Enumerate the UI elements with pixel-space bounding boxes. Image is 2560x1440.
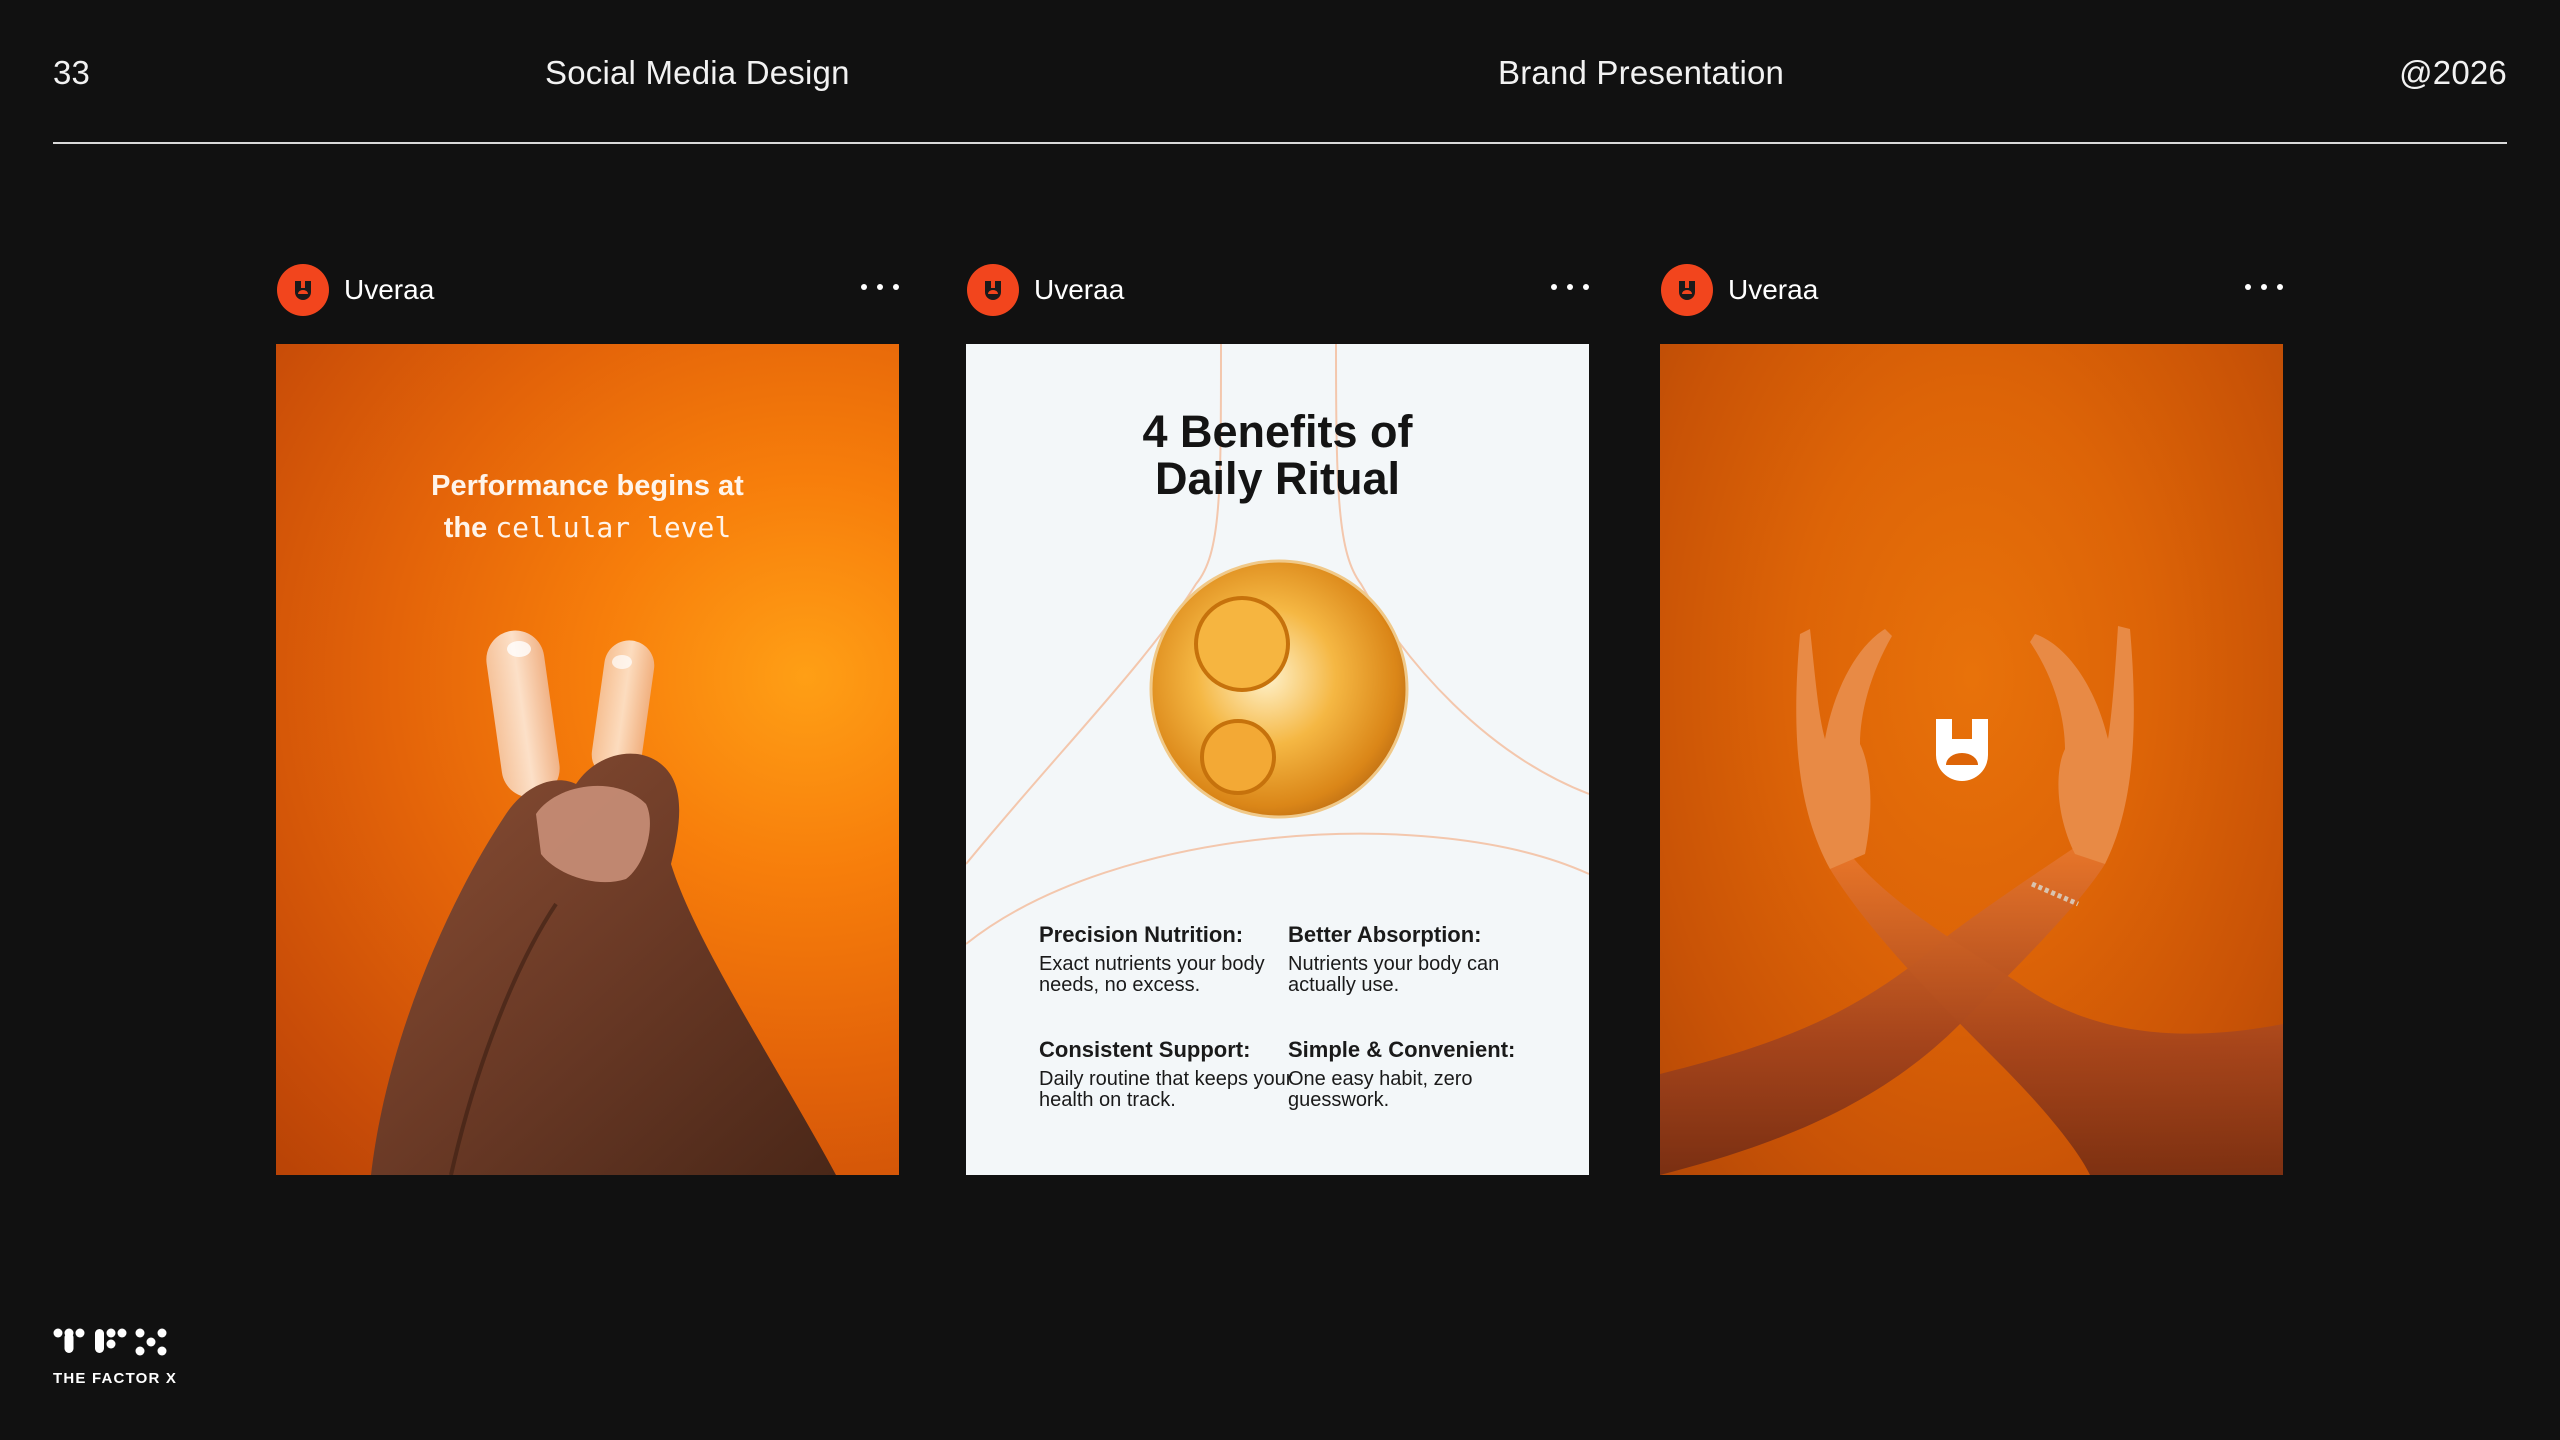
post-title: 4 Benefits of Daily Ritual	[1142, 406, 1413, 504]
social-post-1: Uveraa Performance begins at the cellula…	[276, 262, 899, 1175]
avatar[interactable]	[967, 264, 1019, 316]
presentation-title: Brand Presentation	[1498, 54, 1785, 91]
benefit-item: Simple & Convenient: One easy habit, zer…	[1288, 1037, 1516, 1111]
brand-logo-mark	[1936, 719, 1988, 781]
brand-shield-icon	[295, 281, 311, 300]
post-header: Uveraa	[966, 262, 1589, 344]
social-post-3: Uveraa	[1660, 262, 2283, 1175]
header-divider	[53, 142, 2507, 144]
social-post-2: Uveraa 4 Benefits of Daily Ritual Precis…	[966, 262, 1589, 1175]
brand-shield-icon	[985, 281, 1001, 300]
section-title: Social Media Design	[545, 54, 850, 91]
post-image	[1660, 344, 2283, 1175]
factor-x-logo	[53, 1328, 167, 1356]
post-image: 4 Benefits of Daily Ritual Precision Nut…	[966, 344, 1589, 1175]
post-header: Uveraa	[276, 262, 899, 344]
benefit-item: Precision Nutrition: Exact nutrients you…	[1039, 922, 1265, 996]
logo-wordmark: THE FACTOR X	[53, 1370, 178, 1387]
benefit-item: Consistent Support: Daily routine that k…	[1039, 1037, 1293, 1111]
page-number: 33	[53, 54, 91, 91]
post-header: Uveraa	[1660, 262, 2283, 344]
slide-header: 33 Social Media Design Brand Presentatio…	[0, 0, 2560, 145]
more-horizontal-icon[interactable]	[1551, 282, 1589, 292]
more-horizontal-icon[interactable]	[861, 282, 899, 292]
post-username[interactable]: Uveraa	[1728, 274, 1818, 306]
brand-shield-icon	[1679, 281, 1695, 300]
post-username[interactable]: Uveraa	[344, 274, 434, 306]
capsule-hand-illustration	[371, 630, 836, 1175]
avatar[interactable]	[277, 264, 329, 316]
post-image: Performance begins at the cellular level	[276, 344, 899, 1175]
avatar[interactable]	[1661, 264, 1713, 316]
more-horizontal-icon[interactable]	[2245, 282, 2283, 292]
benefit-item: Better Absorption: Nutrients your body c…	[1288, 922, 1500, 996]
year-label: @2026	[2399, 54, 2507, 91]
post-username[interactable]: Uveraa	[1034, 274, 1124, 306]
